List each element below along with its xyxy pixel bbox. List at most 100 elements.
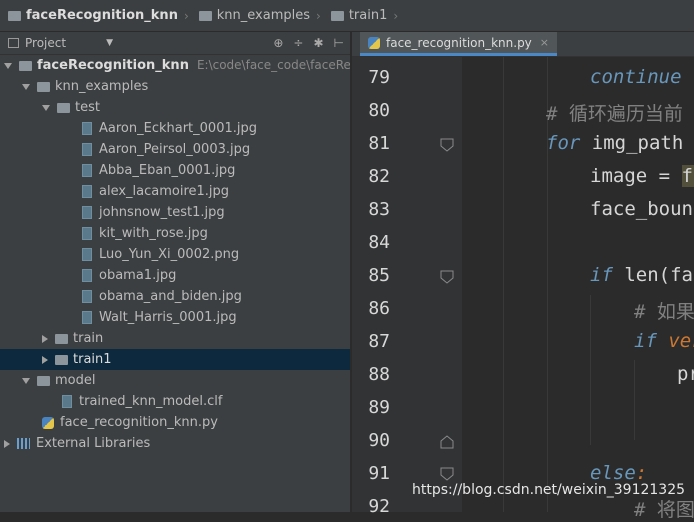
- line-number: 89: [368, 397, 390, 418]
- tree-item-file[interactable]: Walt_Harris_0001.jpg: [82, 307, 237, 328]
- chevron-right-icon: ›: [183, 8, 189, 23]
- line-number: 90: [368, 430, 390, 451]
- folder-icon: [8, 10, 21, 21]
- tree-item-train[interactable]: train: [42, 328, 103, 349]
- library-icon: [17, 438, 30, 449]
- tree-item-knn-examples[interactable]: knn_examples: [22, 76, 148, 97]
- tree-item-label: alex_lacamoire1.jpg: [99, 184, 230, 199]
- breadcrumb-item-project[interactable]: faceRecognition_knn ›: [0, 8, 191, 23]
- tree-item-file[interactable]: kit_with_rose.jpg: [82, 223, 208, 244]
- line-number: 82: [368, 166, 390, 187]
- folder-icon: [55, 354, 68, 365]
- project-tree: faceRecognition_knn E:\code\face_code\fa…: [0, 55, 350, 512]
- python-file-icon: [368, 36, 380, 49]
- tree-item-py-file[interactable]: face_recognition_knn.py: [42, 412, 218, 433]
- fold-marker-icon[interactable]: [440, 467, 454, 481]
- expand-arrow-icon[interactable]: [22, 83, 30, 90]
- tree-item-external-libraries[interactable]: External Libraries: [4, 433, 150, 454]
- python-file-icon: [42, 416, 54, 429]
- image-file-icon: [82, 185, 92, 198]
- project-path: E:\code\face_code\faceRecogn: [196, 58, 350, 72]
- tree-item-file[interactable]: Abba_Eban_0001.jpg: [82, 160, 235, 181]
- line-number: 88: [368, 364, 390, 385]
- breadcrumb-item-knn-examples[interactable]: knn_examples ›: [191, 8, 323, 23]
- line-number: 91: [368, 463, 390, 484]
- tree-item-label: Walt_Harris_0001.jpg: [99, 310, 237, 325]
- code-line-87: if ver: [634, 330, 694, 352]
- fold-marker-icon[interactable]: [440, 138, 454, 152]
- tree-item-file[interactable]: obama1.jpg: [82, 265, 176, 286]
- collapse-all-icon[interactable]: ÷: [293, 36, 303, 50]
- expand-arrow-icon[interactable]: [42, 104, 50, 111]
- image-file-icon: [82, 248, 92, 261]
- line-number: 86: [368, 298, 390, 319]
- tree-item-label: faceRecognition_knn: [37, 58, 189, 73]
- breadcrumb-item-train1[interactable]: train1 ›: [323, 8, 400, 23]
- tree-item-label: knn_examples: [55, 79, 149, 94]
- hide-panel-icon[interactable]: ⊢: [334, 36, 344, 50]
- tree-item-label: Luo_Yun_Xi_0002.png: [99, 247, 240, 262]
- close-icon[interactable]: ×: [540, 36, 549, 49]
- image-file-icon: [82, 122, 92, 135]
- image-file-icon: [82, 227, 92, 240]
- tree-item-file[interactable]: johnsnow_test1.jpg: [82, 202, 225, 223]
- project-view-icon: [8, 38, 19, 48]
- image-file-icon: [82, 269, 92, 282]
- fold-marker-icon[interactable]: [440, 270, 454, 284]
- tree-item-train1[interactable]: train1: [0, 349, 350, 370]
- tree-item-file[interactable]: Luo_Yun_Xi_0002.png: [82, 244, 239, 265]
- code-text: img_path i: [580, 132, 694, 154]
- project-view-selector[interactable]: Project: [25, 36, 66, 50]
- collapse-arrow-icon[interactable]: [42, 355, 48, 364]
- tab-face-recognition-knn[interactable]: face_recognition_knn.py ×: [360, 32, 558, 56]
- tree-item-file[interactable]: obama_and_biden.jpg: [82, 286, 242, 307]
- chevron-right-icon: ›: [316, 8, 321, 23]
- line-number: 79: [368, 67, 390, 88]
- image-file-icon: [82, 164, 92, 177]
- folder-icon: [37, 375, 50, 386]
- line-number: 80: [368, 100, 390, 121]
- line-number: 81: [368, 133, 390, 154]
- folder-icon: [37, 81, 50, 92]
- keyword-if: if: [590, 264, 613, 286]
- line-number: 83: [368, 199, 390, 220]
- folder-icon: [198, 10, 212, 21]
- tree-item-file[interactable]: trained_knn_model.clf: [62, 391, 222, 412]
- keyword-for: for: [546, 132, 581, 154]
- tree-item-file[interactable]: Aaron_Peirsol_0003.jpg: [82, 139, 250, 160]
- tree-item-file[interactable]: alex_lacamoire1.jpg: [82, 181, 229, 202]
- code-line-88: pri: [677, 363, 694, 385]
- folder-icon: [19, 60, 32, 71]
- code-line-81: for img_path i: [546, 132, 694, 154]
- tree-item-label: External Libraries: [36, 436, 151, 451]
- tree-item-label: obama1.jpg: [99, 268, 177, 283]
- tree-item-file[interactable]: Aaron_Eckhart_0001.jpg: [82, 118, 257, 139]
- tree-item-root[interactable]: faceRecognition_knn E:\code\face_code\fa…: [4, 55, 350, 76]
- collapse-arrow-icon[interactable]: [4, 439, 10, 448]
- gear-icon[interactable]: ✱: [313, 36, 323, 50]
- tree-item-test[interactable]: test: [42, 97, 100, 118]
- tree-item-label: face_recognition_knn.py: [60, 415, 218, 430]
- indent-guide: [503, 57, 504, 512]
- expand-arrow-icon[interactable]: [4, 62, 12, 69]
- highlighted-text: fa: [681, 165, 694, 187]
- line-number: 87: [368, 331, 390, 352]
- tree-item-model[interactable]: model: [22, 370, 95, 391]
- tree-item-label: Aaron_Eckhart_0001.jpg: [99, 121, 257, 136]
- dropdown-arrow-icon[interactable]: ▼: [106, 38, 113, 48]
- code-line-86: # 如果: [634, 301, 694, 323]
- watermark: https://blog.csdn.net/weixin_39121325: [412, 482, 686, 498]
- tree-item-label: test: [75, 100, 100, 115]
- tree-item-label: Abba_Eban_0001.jpg: [99, 163, 236, 178]
- fold-end-marker-icon[interactable]: [440, 435, 454, 449]
- tree-item-label: johnsnow_test1.jpg: [99, 205, 225, 220]
- expand-arrow-icon[interactable]: [22, 377, 30, 384]
- code-line-79: continue: [590, 66, 682, 88]
- project-panel-header: Project ▼ ⊕ ÷ ✱ ⊢: [0, 32, 350, 55]
- line-number: 84: [368, 232, 390, 253]
- image-file-icon: [82, 290, 92, 303]
- chevron-right-icon: ›: [393, 8, 399, 23]
- collapse-arrow-icon[interactable]: [42, 334, 48, 343]
- tree-item-label: train1: [73, 352, 112, 367]
- locate-file-icon[interactable]: ⊕: [273, 36, 283, 50]
